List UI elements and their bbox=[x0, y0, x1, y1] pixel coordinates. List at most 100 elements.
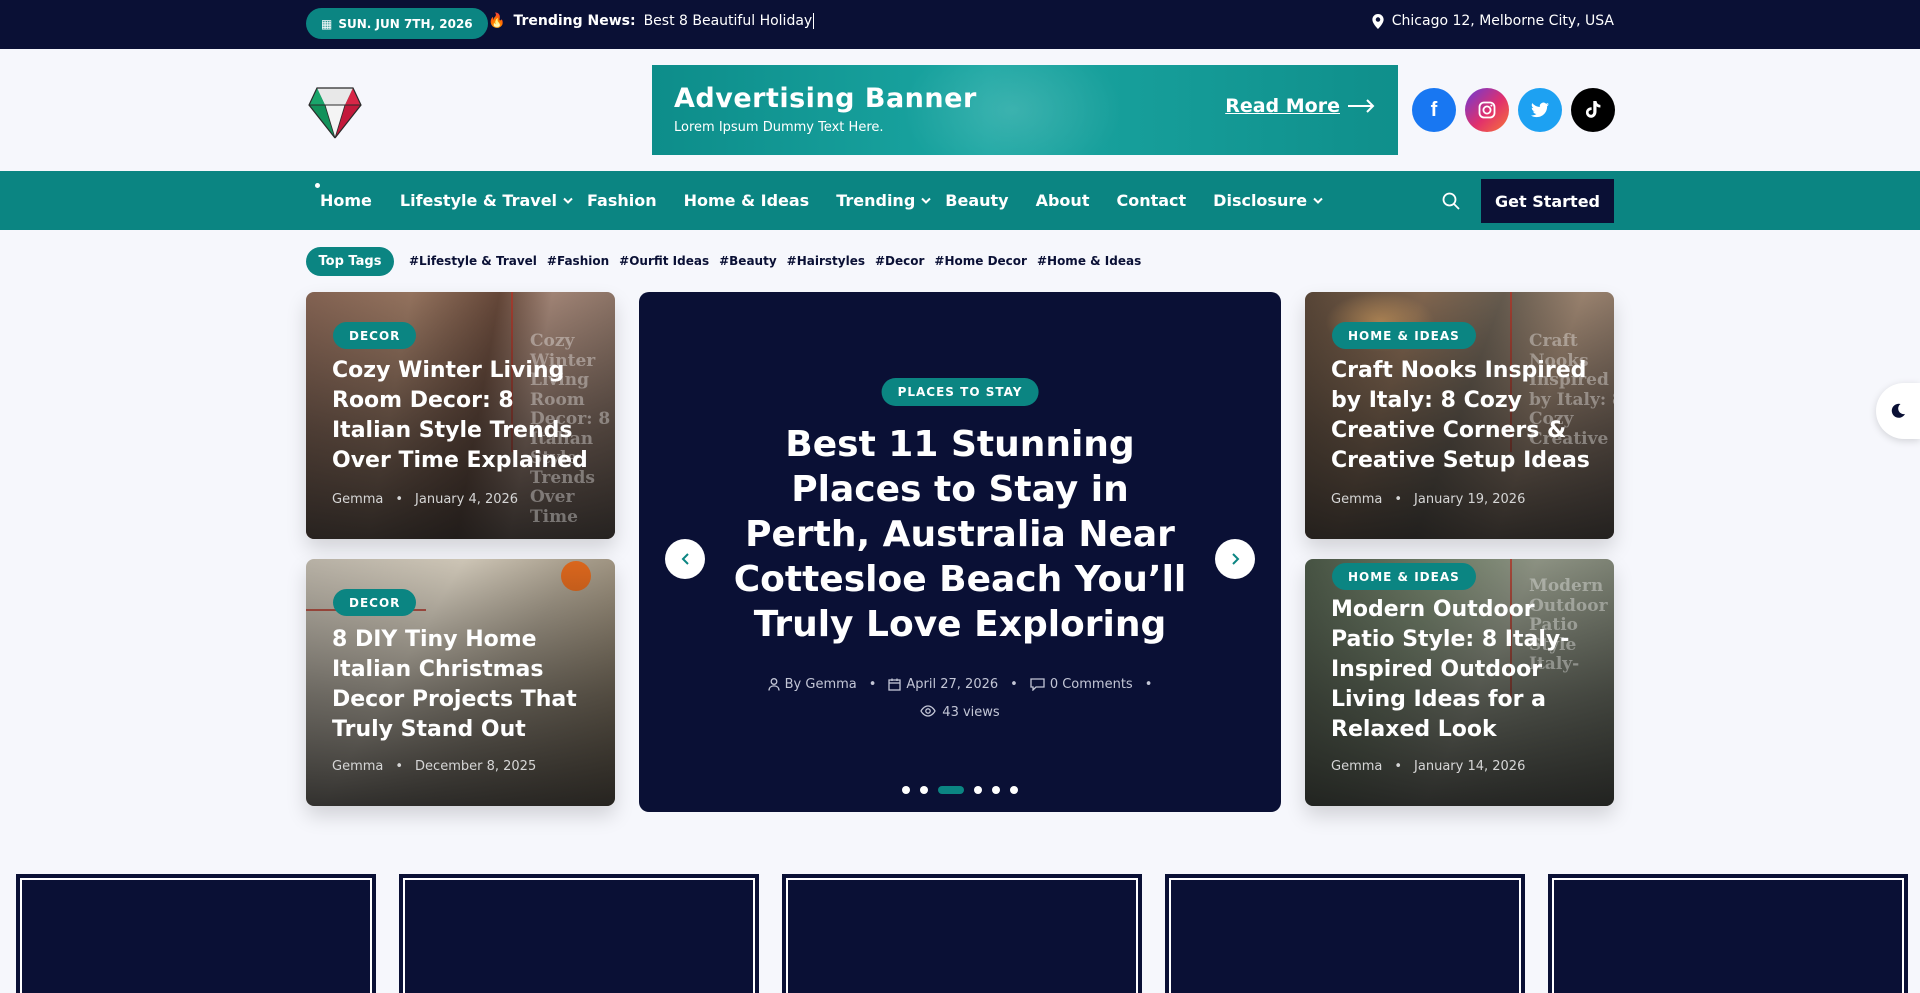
tag-link[interactable]: #Home & Ideas bbox=[1037, 254, 1141, 268]
search-icon[interactable] bbox=[1441, 191, 1461, 211]
post-title[interactable]: Modern Outdoor Patio Style: 8 Italy-Insp… bbox=[1331, 595, 1596, 745]
slider-next-button[interactable] bbox=[1215, 539, 1255, 579]
meta-separator: • bbox=[1144, 677, 1153, 692]
post-meta: Gemma • January 4, 2026 bbox=[332, 492, 518, 507]
nav-item-disclosure[interactable]: Disclosure bbox=[1213, 191, 1323, 210]
chevron-down-icon bbox=[563, 197, 573, 204]
user-icon bbox=[767, 678, 780, 691]
category-badge[interactable]: HOME & IDEAS bbox=[1332, 322, 1476, 349]
nav-label: Lifestyle & Travel bbox=[399, 191, 558, 210]
trending-headline[interactable]: Best 8 Beautiful Holiday bbox=[644, 13, 813, 29]
advertising-banner[interactable]: Advertising Banner Lorem Ipsum Dummy Tex… bbox=[652, 65, 1398, 155]
nav-item-lifestyle-travel[interactable]: Lifestyle & Travel bbox=[400, 191, 573, 210]
post-card[interactable]: Modern Outdoor Patio Style Italy- HOME &… bbox=[1305, 559, 1614, 806]
tag-link[interactable]: #Hairstyles bbox=[787, 254, 865, 268]
slide-comments[interactable]: 0 Comments bbox=[1050, 677, 1133, 692]
tag-link[interactable]: #Decor bbox=[875, 254, 924, 268]
post-card[interactable]: Craft Nooks Inspired by Italy: 8 Cozy Cr… bbox=[1305, 292, 1614, 539]
nav-item-home[interactable]: Home bbox=[320, 191, 372, 210]
bottom-card[interactable] bbox=[399, 874, 759, 993]
meta-separator: • bbox=[395, 492, 404, 507]
instagram-icon[interactable] bbox=[1465, 88, 1509, 132]
meta-separator: • bbox=[1394, 492, 1403, 507]
slide-author[interactable]: By Gemma bbox=[785, 677, 857, 692]
nav-item-home-ideas[interactable]: Home & Ideas bbox=[684, 191, 810, 210]
featured-slider: PLACES TO STAY Best 11 Stunning Places t… bbox=[639, 292, 1281, 812]
nav-item-contact[interactable]: Contact bbox=[1116, 191, 1186, 210]
comment-icon bbox=[1030, 678, 1045, 691]
trending-news[interactable]: 🔥 Trending News: Best 8 Beautiful Holida… bbox=[488, 13, 815, 29]
site-logo[interactable] bbox=[306, 80, 364, 140]
location: Chicago 12, Melborne City, USA bbox=[1372, 13, 1614, 29]
post-title[interactable]: Cozy Winter Living Room Decor: 8 Italian… bbox=[332, 356, 597, 476]
nav-label: Fashion bbox=[587, 191, 657, 210]
social-links: f bbox=[1412, 88, 1615, 132]
post-card[interactable]: Cozy Winter Living Room Decor: 8 Italian… bbox=[306, 292, 615, 539]
post-author[interactable]: Gemma bbox=[332, 759, 383, 774]
meta-separator: • bbox=[395, 759, 404, 774]
ad-read-more-link[interactable]: Read More bbox=[1225, 95, 1376, 117]
meta-separator: • bbox=[1010, 677, 1018, 692]
chevron-down-icon bbox=[1313, 197, 1323, 204]
tag-link[interactable]: #Home Decor bbox=[934, 254, 1027, 268]
category-badge[interactable]: PLACES TO STAY bbox=[881, 378, 1039, 406]
nav-item-beauty[interactable]: Beauty bbox=[945, 191, 1008, 210]
twitter-icon[interactable] bbox=[1518, 88, 1562, 132]
post-date: January 4, 2026 bbox=[415, 492, 519, 507]
bottom-card[interactable] bbox=[1548, 874, 1908, 993]
slide-title[interactable]: Best 11 Stunning Places to Stay in Perth… bbox=[724, 422, 1196, 647]
post-author[interactable]: Gemma bbox=[1331, 492, 1382, 507]
tag-link[interactable]: #Ourfit Ideas bbox=[619, 254, 709, 268]
post-author[interactable]: Gemma bbox=[1331, 759, 1382, 774]
post-author[interactable]: Gemma bbox=[332, 492, 383, 507]
post-date: January 14, 2026 bbox=[1414, 759, 1526, 774]
meta-separator: • bbox=[868, 677, 877, 692]
nav-label: About bbox=[1035, 191, 1090, 210]
chevron-down-icon bbox=[921, 197, 931, 204]
post-title[interactable]: Craft Nooks Inspired by Italy: 8 Cozy Cr… bbox=[1331, 356, 1596, 476]
post-card[interactable]: DECOR 8 DIY Tiny Home Italian Christmas … bbox=[306, 559, 615, 806]
tiktok-icon[interactable] bbox=[1571, 88, 1615, 132]
facebook-icon[interactable]: f bbox=[1412, 88, 1456, 132]
slider-dot[interactable] bbox=[920, 786, 928, 794]
post-meta: Gemma • January 14, 2026 bbox=[1331, 759, 1525, 774]
slider-prev-button[interactable] bbox=[665, 539, 705, 579]
tag-list: #Lifestyle & Travel #Fashion #Ourfit Ide… bbox=[409, 254, 1141, 268]
calendar-icon bbox=[888, 678, 902, 691]
slider-dot[interactable] bbox=[1010, 786, 1018, 794]
location-text: Chicago 12, Melborne City, USA bbox=[1391, 13, 1614, 29]
top-tags-label: Top Tags bbox=[306, 247, 394, 276]
post-date: December 8, 2025 bbox=[415, 759, 537, 774]
post-title[interactable]: 8 DIY Tiny Home Italian Christmas Decor … bbox=[332, 625, 597, 745]
calendar-icon: ▦ bbox=[321, 16, 333, 31]
typing-caret bbox=[813, 13, 815, 29]
nav-item-fashion[interactable]: Fashion bbox=[587, 191, 657, 210]
nav-item-about[interactable]: About bbox=[1036, 191, 1090, 210]
moon-icon bbox=[1891, 403, 1905, 418]
dark-mode-toggle[interactable] bbox=[1876, 383, 1920, 439]
fire-icon: 🔥 bbox=[488, 13, 506, 29]
bottom-card[interactable] bbox=[1165, 874, 1525, 993]
nav-label: Trending bbox=[836, 191, 916, 210]
slider-dot[interactable] bbox=[974, 786, 982, 794]
tag-link[interactable]: #Fashion bbox=[547, 254, 609, 268]
date-text: SUN. JUN 7TH, 2026 bbox=[338, 16, 473, 31]
tag-link[interactable]: #Beauty bbox=[719, 254, 777, 268]
ad-read-more-label: Read More bbox=[1225, 95, 1340, 117]
nav-item-trending[interactable]: Trending bbox=[836, 191, 931, 210]
bottom-card[interactable] bbox=[782, 874, 1142, 993]
bottom-card[interactable] bbox=[16, 874, 376, 993]
tag-link[interactable]: #Lifestyle & Travel bbox=[409, 254, 537, 268]
slider-pagination bbox=[639, 786, 1281, 794]
views-count: 43 views bbox=[942, 705, 1000, 720]
category-badge[interactable]: HOME & IDEAS bbox=[1332, 563, 1476, 590]
slider-dot-active[interactable] bbox=[938, 786, 964, 794]
category-badge[interactable]: DECOR bbox=[333, 322, 417, 349]
post-meta: Gemma • December 8, 2025 bbox=[332, 759, 536, 774]
date-badge: ▦ SUN. JUN 7TH, 2026 bbox=[306, 8, 488, 39]
chevron-left-icon bbox=[681, 553, 689, 565]
slider-dot[interactable] bbox=[902, 786, 910, 794]
category-badge[interactable]: DECOR bbox=[333, 589, 417, 616]
slider-dot[interactable] bbox=[992, 786, 1000, 794]
get-started-button[interactable]: Get Started bbox=[1481, 179, 1614, 223]
